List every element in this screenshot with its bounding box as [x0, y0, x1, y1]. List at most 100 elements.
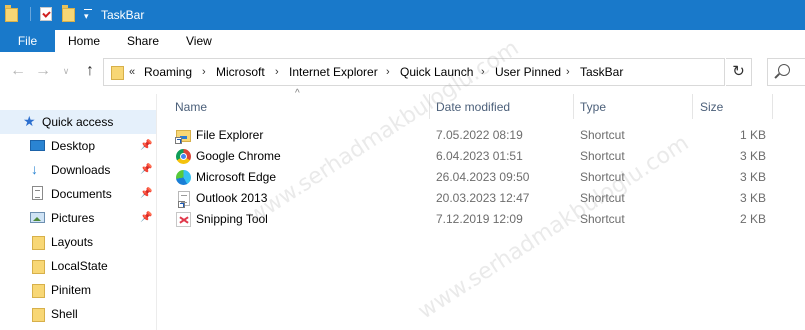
sort-ascending-icon: ^ [295, 88, 300, 99]
column-divider[interactable] [429, 94, 430, 119]
customize-toolbar-dropdown-icon[interactable]: ▾ [84, 9, 92, 21]
file-type: Shortcut [580, 128, 625, 142]
file-type: Shortcut [580, 191, 625, 205]
nav-item-quick-access[interactable]: ★ Quick access [0, 110, 156, 134]
file-type: Shortcut [580, 170, 625, 184]
breadcrumb-separator-icon[interactable]: › [202, 65, 206, 79]
search-input[interactable] [767, 58, 805, 86]
file-date: 7.12.2019 12:09 [436, 212, 523, 226]
breadcrumb-overflow[interactable]: « [129, 65, 135, 79]
nav-item-pictures[interactable]: Pictures 📌 [0, 206, 156, 230]
nav-item-label: Shell [51, 307, 78, 321]
nav-item-label: Pinitem [51, 283, 92, 297]
table-row[interactable]: Snipping Tool 7.12.2019 12:09 Shortcut 2… [157, 209, 805, 230]
file-name: Snipping Tool [196, 212, 268, 226]
file-type: Shortcut [580, 149, 625, 163]
divider [30, 7, 31, 21]
folder-icon [32, 282, 45, 298]
nav-item-label: Layouts [51, 235, 94, 249]
tab-file[interactable]: File [0, 30, 55, 52]
column-header-size[interactable]: Size [700, 100, 723, 114]
tab-share[interactable]: Share [127, 30, 159, 52]
file-name: Outlook 2013 [196, 191, 268, 205]
file-name: Microsoft Edge [196, 170, 277, 184]
column-divider[interactable] [573, 94, 574, 119]
column-header-name[interactable]: Name [175, 100, 207, 114]
table-row[interactable]: Microsoft Edge 26.04.2023 09:50 Shortcut… [157, 167, 805, 188]
column-header-type[interactable]: Type [580, 100, 606, 114]
breadcrumb-microsoft[interactable]: Microsoft [216, 65, 265, 79]
pin-icon[interactable]: 📌 [140, 188, 152, 199]
file-size: 1 KB [739, 128, 766, 142]
nav-item-documents[interactable]: Documents 📌 [0, 182, 156, 206]
breadcrumb-separator-icon[interactable]: › [481, 65, 485, 79]
nav-item-label: Desktop [51, 139, 96, 153]
file-size: 3 KB [739, 170, 766, 184]
up-arrow-icon[interactable]: ↑ [82, 63, 98, 79]
edge-icon [176, 170, 191, 185]
nav-item-label: Pictures [51, 211, 95, 225]
forward-arrow-icon[interactable]: → [35, 63, 51, 79]
folder-icon [32, 306, 45, 322]
pin-icon[interactable]: 📌 [140, 212, 152, 223]
breadcrumb-internet-explorer[interactable]: Internet Explorer [289, 65, 378, 79]
nav-item-desktop[interactable]: Desktop 📌 [0, 134, 156, 158]
pictures-icon [30, 212, 45, 223]
breadcrumb-roaming[interactable]: Roaming [144, 65, 192, 79]
download-icon: ↓ [31, 161, 38, 177]
file-type: Shortcut [580, 212, 625, 226]
pin-icon[interactable]: 📌 [140, 140, 152, 151]
breadcrumb-taskbar[interactable]: TaskBar [580, 65, 623, 79]
table-row[interactable]: File Explorer 7.05.2022 08:19 Shortcut 1… [157, 125, 805, 146]
nav-item-shell[interactable]: Shell [0, 302, 156, 326]
nav-item-layouts[interactable]: Layouts [0, 230, 156, 254]
table-row[interactable]: Google Chrome 6.04.2023 01:51 Shortcut 3… [157, 146, 805, 167]
column-divider[interactable] [772, 94, 773, 119]
title-bar: ▾ TaskBar [0, 0, 805, 30]
address-row: ← → ∨ ↑ « Roaming › Microsoft › Internet… [0, 52, 805, 94]
file-name: Google Chrome [196, 149, 281, 163]
chrome-icon [176, 149, 191, 164]
breadcrumb-separator-icon[interactable]: › [275, 65, 279, 79]
breadcrumb-user-pinned[interactable]: User Pinned [495, 65, 561, 79]
folder-icon [32, 258, 45, 274]
properties-icon[interactable] [40, 7, 52, 21]
refresh-button[interactable]: ↻ [726, 58, 752, 86]
column-divider[interactable] [692, 94, 693, 119]
breadcrumb-separator-icon[interactable]: › [566, 65, 570, 79]
outlook-icon [178, 191, 190, 208]
new-folder-icon[interactable] [62, 5, 75, 23]
address-bar[interactable]: « Roaming › Microsoft › Internet Explore… [103, 58, 725, 86]
folder-icon [111, 64, 124, 80]
file-name: File Explorer [196, 128, 264, 142]
file-size: 2 KB [739, 212, 766, 226]
tab-home[interactable]: Home [68, 30, 100, 52]
back-arrow-icon[interactable]: ← [10, 63, 26, 79]
table-row[interactable]: Outlook 2013 20.03.2023 12:47 Shortcut 3… [157, 188, 805, 209]
file-date: 20.03.2023 12:47 [436, 191, 530, 205]
nav-item-label: LocalState [51, 259, 108, 273]
ribbon-tabs: File Home Share View [0, 30, 805, 53]
nav-item-pinitem[interactable]: Pinitem [0, 278, 156, 302]
nav-item-downloads[interactable]: ↓ Downloads 📌 [0, 158, 156, 182]
breadcrumb-quick-launch[interactable]: Quick Launch [400, 65, 473, 79]
column-header-date-modified[interactable]: Date modified [436, 100, 510, 114]
nav-item-localstate[interactable]: LocalState [0, 254, 156, 278]
navigation-pane: ★ Quick access Desktop 📌 ↓ Downloads 📌 D… [0, 94, 157, 330]
nav-item-label: Downloads [51, 163, 111, 177]
file-size: 3 KB [739, 149, 766, 163]
file-date: 7.05.2022 08:19 [436, 128, 523, 142]
star-icon: ★ [23, 113, 36, 129]
document-icon [32, 186, 43, 200]
recent-locations-chevron-icon[interactable]: ∨ [58, 63, 74, 79]
refresh-icon: ↻ [732, 63, 745, 80]
file-list: ^ Name Date modified Type Size File Expl… [157, 89, 805, 330]
file-date: 6.04.2023 01:51 [436, 149, 523, 163]
tab-view[interactable]: View [186, 30, 212, 52]
nav-item-label: Documents [51, 187, 112, 201]
file-date: 26.04.2023 09:50 [436, 170, 530, 184]
pin-icon[interactable]: 📌 [140, 164, 152, 175]
breadcrumb-separator-icon[interactable]: › [386, 65, 390, 79]
folder-icon [32, 234, 45, 250]
folder-icon[interactable] [5, 5, 18, 23]
